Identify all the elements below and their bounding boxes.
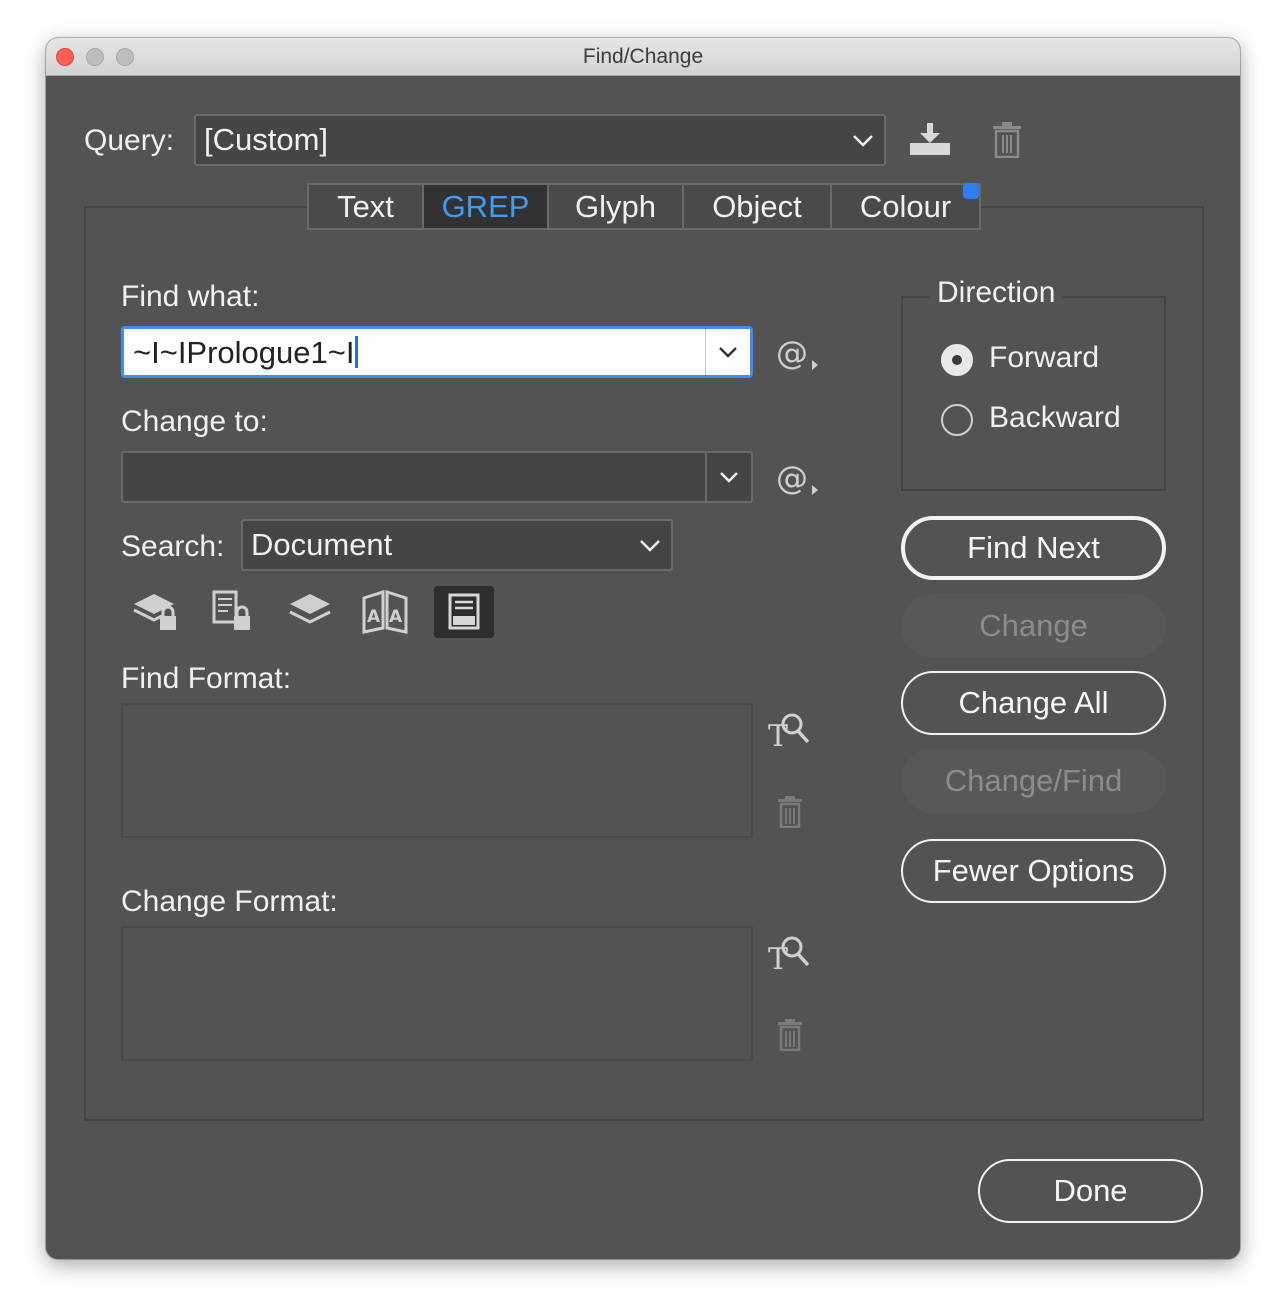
change-format-label: Change Format:: [121, 885, 338, 918]
svg-text:@: @: [776, 336, 808, 372]
fewer-options-button[interactable]: Fewer Options: [901, 839, 1166, 903]
svg-text:T: T: [768, 942, 788, 973]
done-button[interactable]: Done: [978, 1159, 1203, 1223]
change-all-button[interactable]: Change All: [901, 671, 1166, 735]
svg-text:T: T: [768, 719, 788, 750]
notification-dot: [963, 183, 979, 199]
search-scope-value: Document: [251, 527, 393, 562]
svg-text:@: @: [776, 461, 808, 497]
specify-change-format-icon[interactable]: T: [768, 933, 814, 973]
find-what-input[interactable]: ~I~IPrologue1~I: [121, 326, 753, 378]
clear-find-format-icon[interactable]: [777, 796, 803, 828]
title-bar[interactable]: Find/Change: [46, 38, 1240, 76]
tab-text[interactable]: Text: [309, 185, 424, 228]
forward-label[interactable]: Forward: [989, 341, 1099, 375]
tab-colour-label: Colour: [859, 189, 952, 224]
find-format-label: Find Format:: [121, 662, 292, 695]
clear-change-format-icon[interactable]: [777, 1019, 803, 1051]
forward-radio[interactable]: [941, 344, 973, 376]
include-hidden-layers-button[interactable]: [282, 586, 340, 638]
change-button[interactable]: Change: [901, 594, 1166, 658]
search-label: Search:: [121, 530, 225, 563]
include-locked-stories-icon: [212, 590, 250, 630]
include-footnotes-icon: [448, 593, 480, 630]
tab-grep[interactable]: GREP: [424, 185, 549, 228]
change-format-settings-box[interactable]: [121, 926, 753, 1061]
svg-text:A: A: [389, 607, 403, 627]
tab-object[interactable]: Object: [684, 185, 832, 228]
direction-label: Direction: [929, 276, 1064, 310]
direction-group: Direction Forward Backward: [901, 276, 1166, 491]
trash-icon[interactable]: [992, 122, 1022, 158]
backward-label[interactable]: Backward: [989, 401, 1121, 435]
query-dropdown[interactable]: [Custom]: [194, 114, 886, 166]
svg-text:A: A: [367, 607, 381, 627]
special-characters-for-replace-icon[interactable]: @: [776, 461, 822, 497]
include-master-pages-button[interactable]: A A: [356, 586, 414, 638]
query-label: Query:: [84, 124, 175, 157]
include-locked-layers-button[interactable]: [126, 586, 184, 638]
tab-bar: Text GREP Glyph Object Colour: [307, 183, 981, 230]
include-locked-layers-icon: [133, 594, 176, 630]
backward-radio[interactable]: [941, 404, 973, 436]
tab-glyph[interactable]: Glyph: [549, 185, 684, 228]
save-query-icon[interactable]: [908, 121, 952, 157]
chevron-down-icon: [720, 472, 738, 483]
chevron-down-icon: [853, 135, 873, 147]
search-scope-dropdown[interactable]: Document: [241, 519, 673, 571]
change-find-button[interactable]: Change/Find: [901, 749, 1166, 813]
find-what-history-dropdown[interactable]: [705, 329, 750, 375]
query-value: [Custom]: [204, 122, 329, 157]
tab-colour[interactable]: Colour: [832, 183, 979, 228]
text-caret: [355, 336, 359, 368]
special-characters-for-search-icon[interactable]: @: [776, 336, 822, 372]
change-to-history-dropdown[interactable]: [705, 453, 751, 501]
find-change-dialog: Find/Change Query: [Custom] Text GREP Gl…: [46, 38, 1240, 1259]
change-to-input[interactable]: [121, 451, 753, 503]
find-what-value: ~I~IPrologue1~I: [133, 335, 355, 370]
chevron-down-icon: [719, 347, 737, 358]
change-to-label: Change to:: [121, 405, 268, 438]
include-master-pages-icon: A A: [362, 589, 408, 634]
include-hidden-layers-icon: [289, 594, 331, 624]
find-what-label: Find what:: [121, 280, 260, 313]
include-footnotes-button[interactable]: [434, 586, 494, 638]
chevron-down-icon: [640, 540, 660, 552]
window-title: Find/Change: [582, 45, 704, 68]
find-next-button[interactable]: Find Next: [901, 516, 1166, 580]
include-locked-stories-button[interactable]: [204, 586, 262, 638]
find-format-settings-box[interactable]: [121, 703, 753, 838]
specify-find-format-icon[interactable]: T: [768, 710, 814, 750]
